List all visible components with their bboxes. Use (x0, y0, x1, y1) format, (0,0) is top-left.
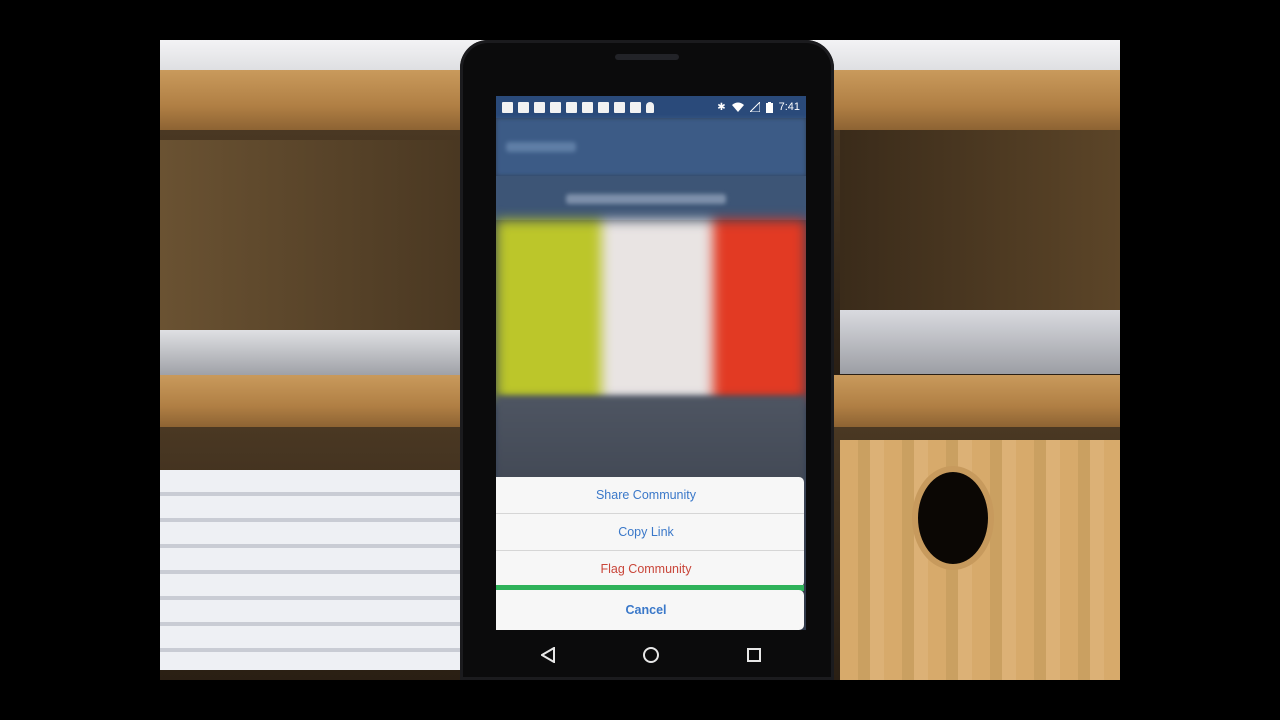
community-name-blurred (566, 194, 726, 204)
recents-button[interactable] (734, 635, 774, 675)
person-icon (646, 101, 654, 113)
share-community-button[interactable]: Share Community (496, 477, 804, 514)
toolbar-title-blurred (506, 142, 576, 152)
status-clock: 7:41 (778, 101, 800, 113)
facebook-icon (598, 101, 609, 113)
copy-link-button[interactable]: Copy Link (496, 514, 804, 551)
status-bar: ✱ 7:41 (496, 96, 806, 118)
app-toolbar (496, 118, 806, 176)
facebook-icon (614, 101, 625, 113)
battery-icon (765, 101, 773, 113)
shelf-back-right (840, 130, 1120, 330)
facebook-icon (502, 101, 513, 113)
signal-icon (749, 102, 760, 112)
back-icon (540, 647, 555, 663)
facebook-icon (550, 101, 561, 113)
home-icon (642, 647, 659, 663)
wooden-drawer (840, 440, 1120, 680)
paper-stack-lower (160, 470, 460, 670)
back-button[interactable] (528, 635, 568, 675)
facebook-icon (518, 101, 529, 113)
system-status: ✱ 7:41 (717, 101, 800, 113)
home-button[interactable] (631, 635, 671, 675)
phone-screen: ✱ 7:41 Share Community Copy Link Flag Co… (496, 96, 806, 630)
cancel-button[interactable]: Cancel (496, 590, 804, 630)
notification-icons (502, 101, 717, 113)
facebook-icon (630, 101, 641, 113)
recents-icon (747, 648, 762, 662)
phone-speaker (615, 54, 679, 60)
community-header (496, 176, 806, 220)
flag-community-button[interactable]: Flag Community (496, 551, 804, 587)
paper-stack-mid-right (840, 310, 1120, 374)
wifi-icon (731, 102, 744, 112)
paper-stack-mid-left (160, 330, 460, 376)
bluetooth-icon: ✱ (717, 101, 726, 113)
community-banner-image (496, 220, 806, 400)
facebook-icon (534, 101, 545, 113)
drawer-handle-hole (912, 466, 994, 570)
facebook-icon (582, 101, 593, 113)
phone-device: ✱ 7:41 Share Community Copy Link Flag Co… (460, 40, 834, 680)
action-sheet: Share Community Copy Link Flag Community (496, 477, 804, 587)
facebook-icon (566, 101, 577, 113)
android-nav-bar (496, 630, 806, 680)
